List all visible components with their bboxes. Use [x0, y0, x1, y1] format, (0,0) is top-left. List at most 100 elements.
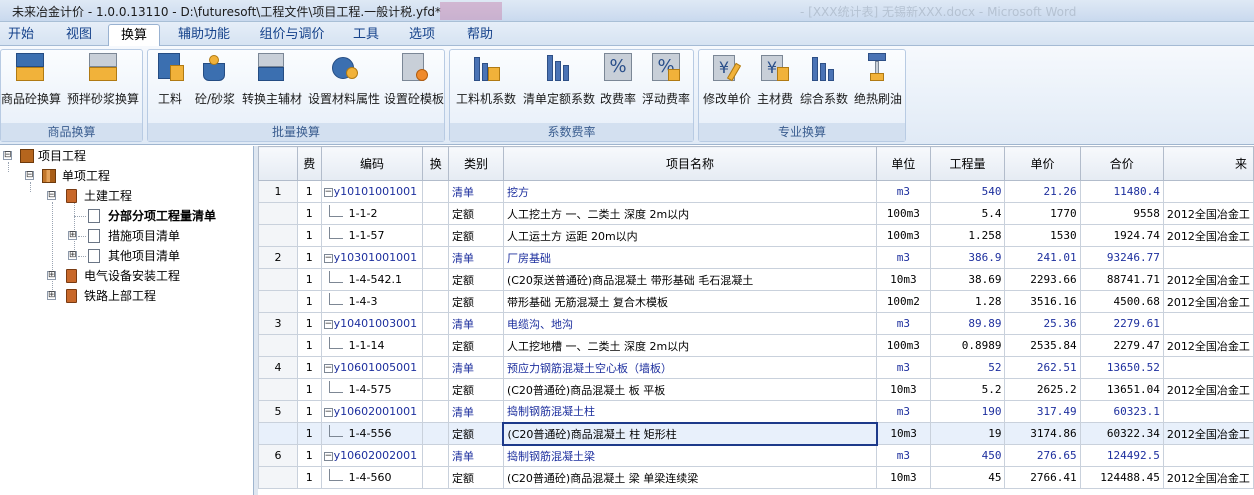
table-row[interactable]: 6 1 −y10602002001 清单 捣制钢筋混凝土梁 m3 450 276.65 1244…	[258, 444, 1254, 467]
quantity-cell[interactable]: 450	[929, 444, 1006, 467]
edit-price-button[interactable]: ¥ 修改单价	[701, 53, 753, 109]
col-header-seq[interactable]	[258, 146, 298, 181]
unit-cell[interactable]: m3	[876, 444, 931, 467]
fee-cell[interactable]: 1	[296, 180, 322, 203]
unit-price-cell[interactable]: 21.26	[1004, 180, 1081, 203]
fee-cell[interactable]: 1	[296, 378, 322, 401]
unit-price-cell[interactable]: 317.49	[1004, 400, 1081, 423]
convert-cell[interactable]	[422, 290, 449, 313]
name-cell[interactable]: 人工挖地槽 一、二类土 深度 2m以内	[502, 334, 878, 357]
collapse-icon[interactable]: −	[323, 319, 333, 329]
name-cell[interactable]: 预应力钢筋混凝土空心板（墙板）	[502, 356, 878, 379]
mortar-convert-button[interactable]: 预拌砂浆换算	[65, 53, 141, 109]
code-cell[interactable]: 1-1-57	[320, 224, 424, 247]
code-cell[interactable]: −y10601005001	[320, 356, 424, 379]
tab-view[interactable]: 视图	[60, 24, 98, 46]
expand-icon[interactable]: ⊞	[68, 251, 77, 260]
convert-cell[interactable]	[422, 422, 449, 445]
collapse-icon[interactable]: ⊟	[3, 151, 12, 160]
quantity-cell[interactable]: 5.4	[929, 202, 1006, 225]
table-row[interactable]: 4 1 −y10601005001 清单 预应力钢筋混凝土空心板（墙板） m3 52 262.…	[258, 356, 1254, 379]
code-cell[interactable]: 1-4-575	[320, 378, 424, 401]
tab-help[interactable]: 帮助	[460, 24, 500, 46]
table-row[interactable]: 1 1-4-575 定额 (C20普通砼)商品混凝土 板 平板 10m3 5.2 2625.…	[258, 378, 1254, 401]
unit-price-cell[interactable]: 1770	[1004, 202, 1081, 225]
type-cell[interactable]: 定额	[447, 290, 504, 313]
table-row[interactable]: 1 1-1-14 定额 人工挖地槽 一、二类土 深度 2m以内 100m3 0.8989 2…	[258, 334, 1254, 357]
convert-cell[interactable]	[422, 444, 449, 467]
unit-price-cell[interactable]: 2766.41	[1004, 466, 1081, 489]
table-row[interactable]: 1 1-1-57 定额 人工运土方 运距 20m以内 100m3 1.258 1530 192…	[258, 224, 1254, 247]
type-cell[interactable]: 清单	[447, 312, 504, 335]
quantity-cell[interactable]: 1.28	[929, 290, 1006, 313]
unit-cell[interactable]: 10m3	[876, 466, 931, 489]
tab-options[interactable]: 选项	[402, 24, 442, 46]
type-cell[interactable]: 定额	[447, 202, 504, 225]
name-cell[interactable]: (C20普通砼)商品混凝土 柱 矩形柱	[502, 421, 878, 446]
quantity-cell[interactable]: 0.8989	[929, 334, 1006, 357]
collapse-icon[interactable]: −	[323, 363, 333, 373]
col-header-fee[interactable]: 费	[296, 146, 322, 181]
fee-cell[interactable]: 1	[296, 422, 322, 445]
quantity-cell[interactable]: 38.69	[929, 268, 1006, 291]
quantity-cell[interactable]: 89.89	[929, 312, 1006, 335]
name-cell[interactable]: 电缆沟、地沟	[502, 312, 878, 335]
fee-cell[interactable]: 1	[296, 356, 322, 379]
code-cell[interactable]: −y10101001001	[320, 180, 424, 203]
table-row[interactable]: 1 1-1-2 定额 人工挖土方 一、二类土 深度 2m以内 100m3 5.4 1770 9…	[258, 202, 1254, 225]
quantity-cell[interactable]: 52	[929, 356, 1006, 379]
float-rate-button[interactable]: % 浮动费率	[640, 53, 692, 109]
concrete-mortar-button[interactable]: 砼/砂浆	[192, 53, 238, 109]
convert-cell[interactable]	[422, 202, 449, 225]
fee-cell[interactable]: 1	[296, 466, 322, 489]
col-header-convert[interactable]: 换	[422, 146, 449, 181]
col-header-unit-price[interactable]: 单价	[1004, 146, 1081, 181]
collapse-icon[interactable]: −	[323, 451, 333, 461]
tab-pricing[interactable]: 组价与调价	[254, 24, 330, 46]
code-cell[interactable]: 1-4-556	[320, 422, 424, 445]
name-cell[interactable]: 人工运土方 运距 20m以内	[502, 224, 878, 247]
unit-cell[interactable]: m3	[876, 400, 931, 423]
unit-cell[interactable]: 100m2	[876, 290, 931, 313]
unit-price-cell[interactable]: 2293.66	[1004, 268, 1081, 291]
unit-cell[interactable]: m3	[876, 180, 931, 203]
unit-price-cell[interactable]: 25.36	[1004, 312, 1081, 335]
fee-cell[interactable]: 1	[296, 290, 322, 313]
name-cell[interactable]: (C20泵送普通砼)商品混凝土 带形基础 毛石混凝土	[502, 268, 878, 291]
type-cell[interactable]: 定额	[447, 334, 504, 357]
quantity-cell[interactable]: 1.258	[929, 224, 1006, 247]
labor-material-button[interactable]: 工料	[152, 53, 188, 109]
name-cell[interactable]: 挖方	[502, 180, 878, 203]
name-cell[interactable]: 捣制钢筋混凝土柱	[502, 400, 878, 423]
unit-price-cell[interactable]: 3516.16	[1004, 290, 1081, 313]
quantity-cell[interactable]: 5.2	[929, 378, 1006, 401]
col-header-name[interactable]: 项目名称	[502, 146, 878, 181]
col-header-unit[interactable]: 单位	[876, 146, 931, 181]
change-rate-button[interactable]: % 改费率	[598, 53, 638, 109]
table-row[interactable]: 1 1 −y10101001001 清单 挖方 m3 540 21.26 11480.4	[258, 180, 1254, 203]
convert-cell[interactable]	[422, 378, 449, 401]
collapse-icon[interactable]: −	[323, 187, 333, 197]
table-row[interactable]: 2 1 −y10301001001 清单 厂房基础 m3 386.9 241.01 93246.…	[258, 246, 1254, 269]
tab-aux-functions[interactable]: 辅助功能	[172, 24, 236, 46]
quantity-cell[interactable]: 190	[929, 400, 1006, 423]
convert-cell[interactable]	[422, 268, 449, 291]
overall-coef-button[interactable]: 综合系数	[797, 53, 851, 109]
collapse-icon[interactable]: ⊟	[47, 191, 56, 200]
labor-machine-coef-button[interactable]: 工料机系数	[454, 53, 518, 109]
fee-cell[interactable]: 1	[296, 202, 322, 225]
type-cell[interactable]: 定额	[447, 466, 504, 489]
table-row[interactable]: 1 1-4-3 定额 带形基础 无筋混凝土 复合木模板 100m2 1.28 3516.16…	[258, 290, 1254, 313]
material-property-button[interactable]: 设置材料属性	[306, 53, 382, 109]
quantity-cell[interactable]: 386.9	[929, 246, 1006, 269]
unit-price-cell[interactable]: 2535.84	[1004, 334, 1081, 357]
fee-cell[interactable]: 1	[296, 400, 322, 423]
unit-cell[interactable]: 10m3	[876, 268, 931, 291]
name-cell[interactable]: (C20普通砼)商品混凝土 板 平板	[502, 378, 878, 401]
fee-cell[interactable]: 1	[296, 268, 322, 291]
unit-cell[interactable]: m3	[876, 356, 931, 379]
expand-icon[interactable]: ⊞	[47, 271, 56, 280]
convert-cell[interactable]	[422, 466, 449, 489]
code-cell[interactable]: −y10602002001	[320, 444, 424, 467]
name-cell[interactable]: 带形基础 无筋混凝土 复合木模板	[502, 290, 878, 313]
